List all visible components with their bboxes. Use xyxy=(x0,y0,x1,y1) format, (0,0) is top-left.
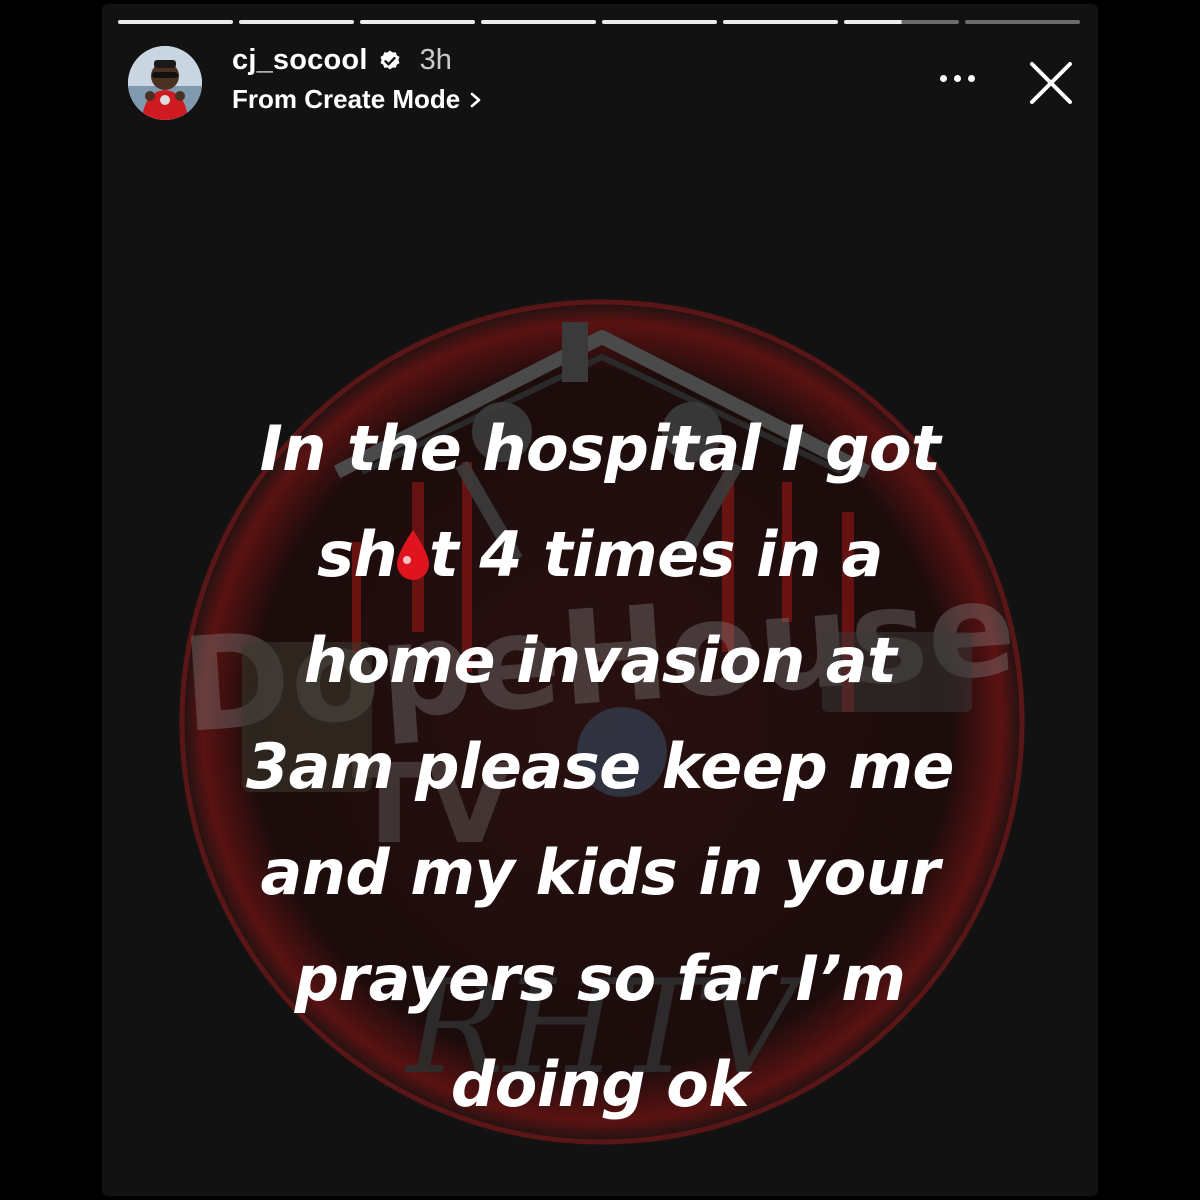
caption-line: sh t 4 times in a xyxy=(102,502,1098,608)
time-ago: 3h xyxy=(419,44,452,76)
caption-line: prayers so far I’m xyxy=(294,942,906,1015)
story-viewer[interactable]: DopeHouse TV RHTV cj_socool 3h From Crea… xyxy=(102,4,1098,1196)
avatar-photo xyxy=(128,46,202,120)
progress-segment xyxy=(602,20,717,24)
progress-segment xyxy=(360,20,475,24)
progress-segment xyxy=(481,20,596,24)
create-mode-link[interactable]: From Create Mode xyxy=(232,84,484,115)
more-dot xyxy=(940,74,947,82)
drop-of-blood-emoji xyxy=(397,530,430,580)
caption-line: home invasion at xyxy=(303,624,897,697)
story-header: cj_socool 3h From Create Mode xyxy=(102,42,1098,132)
progress-segment-current xyxy=(844,20,959,24)
avatar[interactable] xyxy=(128,46,202,120)
progress-segment xyxy=(723,20,838,24)
story-progress-bar xyxy=(118,20,1080,24)
progress-segment xyxy=(239,20,354,24)
caption-line: and my kids in your xyxy=(260,836,940,909)
caption-line: In the hospital I got xyxy=(259,412,941,485)
progress-segment xyxy=(118,20,233,24)
caption-line: doing ok xyxy=(450,1048,750,1121)
chevron-right-icon xyxy=(470,92,481,107)
more-dot xyxy=(968,74,975,82)
story-caption: In the hospital I got sh t 4 times in a … xyxy=(102,396,1098,1138)
more-options-icon[interactable] xyxy=(940,68,980,88)
progress-segment xyxy=(965,20,1080,24)
caption-fragment: sh xyxy=(317,518,398,591)
close-icon[interactable] xyxy=(1026,58,1076,108)
user-row: cj_socool 3h xyxy=(232,44,452,77)
caption-line: 3am please keep me xyxy=(246,730,954,803)
caption-fragment: t 4 times in a xyxy=(429,518,883,591)
verified-badge-icon xyxy=(380,50,400,69)
more-dot xyxy=(954,74,961,82)
username[interactable]: cj_socool xyxy=(232,44,368,77)
subtitle: From Create Mode xyxy=(232,84,461,114)
